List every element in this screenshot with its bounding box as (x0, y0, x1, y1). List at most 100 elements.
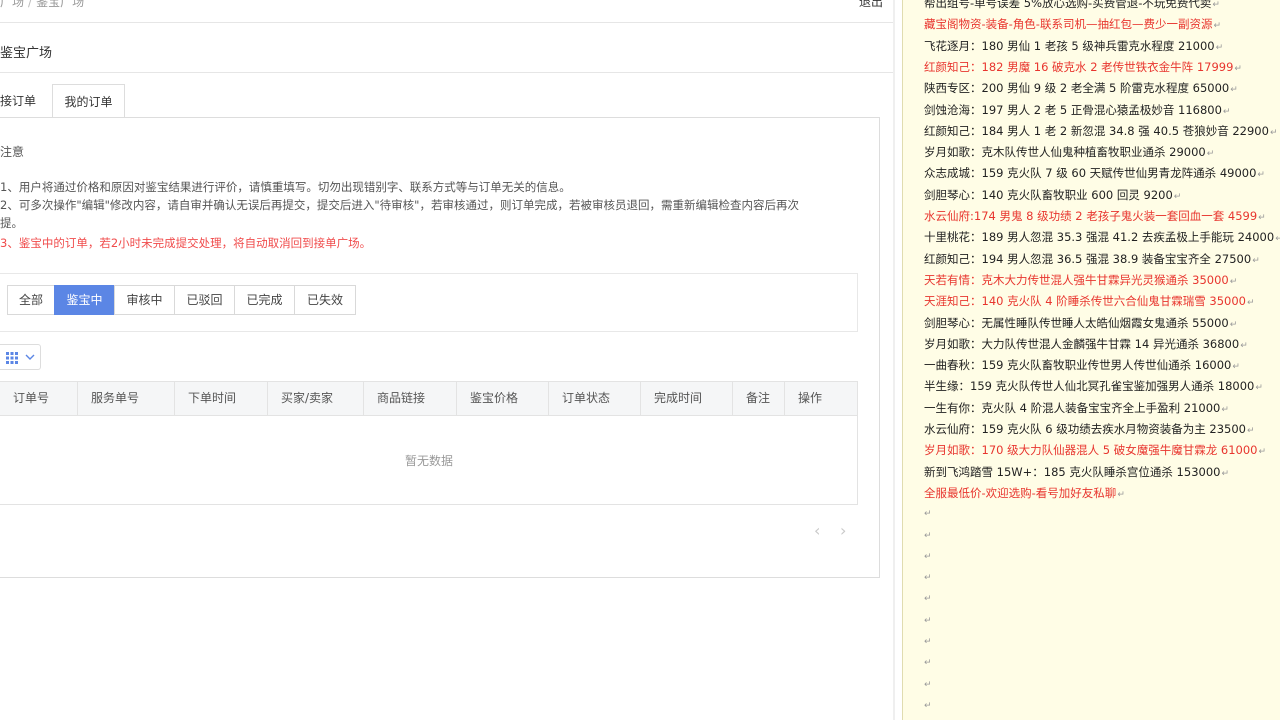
notepad-line-text: 新到飞鸿踏雪 15W+：185 克火队睡杀宫位通杀 153000 (924, 464, 1221, 479)
breadcrumb: 广场 / 鉴宝广场 (0, 0, 84, 10)
paragraph-mark-icon: ↵ (1117, 489, 1125, 500)
notepad-line: 半生缘：159 克火队传世人仙北冥孔雀宝鉴加强男人通杀 18000↵ (924, 379, 1263, 395)
paragraph-mark-icon: ↵ (1252, 255, 1260, 266)
paragraph-mark-icon: ↵ (1246, 298, 1255, 309)
filter-appraising-button[interactable]: 鉴宝中 (54, 285, 115, 315)
column-header-price[interactable]: 鉴宝价格 (457, 382, 549, 415)
notepad-line-text: 帮出组号-单号误差 5%放心选购-买费管退-不玩免费代卖 (924, 0, 1212, 10)
notice-line-2: 2、可多次操作"编辑"修改内容，请自审并确认无误后再提交，提交后进入"待审核"，… (0, 198, 799, 212)
paragraph-mark-icon: ↵ (924, 679, 932, 690)
notepad-line: 岁月如歌：大力队传世混人金麟强牛甘霖 14 异光通杀 36800↵ (924, 337, 1248, 353)
pager-next-button[interactable]: › (840, 521, 846, 540)
notepad-line-text: 剑蚀沧海：197 男人 2 老 5 正骨混心猿孟极妙音 116800 (924, 102, 1222, 117)
notepad-line: 十里桃花：189 男人忽混 35.3 强混 41.2 去疾孟极上手能玩 2400… (924, 230, 1280, 246)
paragraph-mark-icon: ↵ (1258, 213, 1266, 223)
paragraph-mark-icon: ↵ (924, 700, 932, 711)
notepad-line-text: 飞花逐月：180 男仙 1 老孩 5 级神兵雷克水程度 21000 (924, 38, 1215, 53)
paragraph-mark-icon: ↵ (1221, 404, 1229, 415)
filter-all-button[interactable]: 全部 (7, 285, 55, 315)
notice-title: 注意 (0, 145, 25, 159)
notepad-line: 飞花逐月：180 男仙 1 老孩 5 级神兵雷克水程度 21000↵ (924, 39, 1223, 55)
column-header-product-link[interactable]: 商品链接 (364, 382, 457, 415)
paragraph-mark-icon: ↵ (1213, 21, 1221, 32)
notepad-line: 新到飞鸿踏雪 15W+：185 克火队睡杀宫位通杀 153000↵ (924, 465, 1229, 481)
logout-button[interactable]: 退出 (859, 0, 883, 10)
notepad-line: 剑胆琴心：无属性睡队传世睡人太皓仙烟霞女鬼通杀 55000↵ (924, 316, 1237, 332)
notepad-line: 陕西专区：200 男仙 9 级 2 老全满 5 阶雷克水程度 65000↵ (924, 81, 1238, 97)
notice-line-2-cont: 提。 (0, 216, 23, 230)
notepad-line-text: 岁月如歌：170 级大力队仙器混人 5 破女魔强牛魔甘霖龙 61000 (924, 443, 1258, 458)
divider (0, 72, 893, 73)
paragraph-mark-icon: ↵ (1229, 319, 1238, 330)
column-header-status[interactable]: 订单状态 (549, 382, 641, 415)
page-title: 鉴宝广场 (0, 46, 53, 61)
paragraph-mark-icon: ↵ (1221, 468, 1230, 479)
paragraph-mark-icon: ↵ (924, 637, 932, 647)
notepad-line-text: 众志成城：159 克火队 7 级 60 天赋传世仙男青龙阵通杀 49000 (924, 166, 1257, 181)
notepad-line: 帮出组号-单号误差 5%放心选购-买费管退-不玩免费代卖↵ (924, 0, 1220, 12)
column-toggle-button[interactable] (0, 344, 41, 370)
notepad-line: 一生有你：克火队 4 阶混人装备宝宝齐全上手盈利 21000↵ (924, 401, 1229, 417)
notepad-line-text: 十里桃花：189 男人忽混 35.3 强混 41.2 去疾孟极上手能玩 2400… (924, 230, 1275, 245)
notepad-line: 一曲春秋：159 克火队畜牧职业传世男人传世仙通杀 16000↵ (924, 358, 1240, 374)
notepad-line-text: 一生有你：克火队 4 阶混人装备宝宝齐全上手盈利 21000 (924, 400, 1221, 415)
notice-line-3: 3、鉴宝中的订单，若2小时未完成提交处理，将自动取消回到接单广场。 (0, 236, 372, 250)
notepad-line-text: 剑胆琴心：140 克火队畜牧职业 600 回灵 9200 (924, 187, 1173, 202)
filter-reviewing-button[interactable]: 审核中 (114, 285, 175, 315)
notepad-line-text: 岁月如歌：大力队传世混人金麟强牛甘霖 14 异光通杀 36800 (924, 336, 1240, 351)
paragraph-mark-icon: ↵ (924, 573, 932, 584)
paragraph-mark-icon: ↵ (1229, 276, 1238, 287)
notepad-line: 红颜知己：194 男人忽混 36.5 强混 38.9 装备宝宝齐全 27500↵ (924, 252, 1260, 268)
breadcrumb-separator: / (28, 0, 33, 9)
column-header-order-no[interactable]: 订单号 (0, 382, 78, 415)
column-header-remark[interactable]: 备注 (733, 382, 785, 415)
paragraph-mark-icon: ↵ (1206, 149, 1215, 160)
notepad-line-text: 天涯知己：140 克火队 4 阶睡杀传世六合仙鬼甘霖瑞雪 35000 (924, 294, 1246, 309)
notepad-line-text: 水云仙府:174 男鬼 8 级功绩 2 老孩子鬼火装一套回血一套 4599 (924, 209, 1258, 223)
pager-prev-button[interactable]: ‹ (814, 521, 820, 540)
notepad-line-text: 全服最低价-欢迎选购-看号加好友私聊 (924, 485, 1117, 500)
paragraph-mark-icon: ↵ (1232, 362, 1240, 373)
paragraph-mark-icon: ↵ (1240, 340, 1248, 351)
top-bar: 广场 / 鉴宝广场 退出 (0, 0, 895, 23)
notepad-line: 藏宝阁物资-装备-角色-联系司机—抽红包—费少一副资源↵ (924, 17, 1221, 33)
column-header-buyer-seller[interactable]: 买家/卖家 (268, 382, 364, 415)
grid-icon (6, 352, 18, 364)
tab-my-orders[interactable]: 我的订单 (52, 84, 125, 118)
notepad-line-text: 一曲春秋：159 克火队畜牧职业传世男人传世仙通杀 16000 (924, 358, 1232, 373)
notepad-line-text: 半生缘：159 克火队传世人仙北冥孔雀宝鉴加强男人通杀 18000 (924, 379, 1255, 394)
notepad-line: 岁月如歌：克木队传世人仙鬼种植畜牧职业通杀 29000↵ (924, 145, 1214, 161)
notepad-line-text: 剑胆琴心：无属性睡队传世睡人太皓仙烟霞女鬼通杀 55000 (924, 315, 1229, 330)
paragraph-mark-icon: ↵ (1258, 447, 1267, 458)
notepad-line-text: 天若有情：克木大力传世混人强牛甘霖异光灵猴通杀 35000 (924, 272, 1229, 287)
notepad-line: 剑蚀沧海：197 男人 2 老 5 正骨混心猿孟极妙音 116800↵ (924, 103, 1230, 119)
paragraph-mark-icon: ↵ (1212, 0, 1220, 10)
filter-completed-button[interactable]: 已完成 (234, 285, 295, 315)
paragraph-mark-icon: ↵ (1234, 63, 1242, 74)
filter-expired-button[interactable]: 已失效 (294, 285, 356, 315)
paragraph-mark-icon: ↵ (924, 509, 932, 520)
column-header-finish-time[interactable]: 完成时间 (641, 382, 733, 415)
notepad-line-text: 红颜知己：182 男魔 16 破克水 2 老传世铁衣金牛阵 17999 (924, 59, 1234, 74)
window-edge (893, 0, 895, 720)
column-header-service-no[interactable]: 服务单号 (78, 382, 175, 415)
notepad-line: 剑胆琴心：140 克火队畜牧职业 600 回灵 9200↵ (924, 188, 1181, 204)
chevron-down-icon (25, 354, 35, 360)
paragraph-mark-icon: ↵ (1275, 234, 1280, 244)
empty-state-text: 暂无数据 (404, 454, 453, 468)
notepad-line-text: 红颜知己：184 男人 1 老 2 新忽混 34.8 强 40.5 苍狼妙音 2… (924, 123, 1269, 138)
paragraph-mark-icon: ↵ (924, 658, 932, 669)
paragraph-mark-icon: ↵ (924, 594, 932, 605)
notepad-line: 天若有情：克木大力传世混人强牛甘霖异光灵猴通杀 35000↵ (924, 273, 1237, 289)
paragraph-mark-icon: ↵ (924, 615, 932, 626)
paragraph-mark-icon: ↵ (1257, 170, 1265, 181)
paragraph-mark-icon: ↵ (1222, 106, 1231, 117)
notepad-line: 众志成城：159 克火队 7 级 60 天赋传世仙男青龙阵通杀 49000↵ (924, 166, 1265, 182)
column-header-order-time[interactable]: 下单时间 (175, 382, 268, 415)
filter-rejected-button[interactable]: 已驳回 (174, 285, 235, 315)
paragraph-mark-icon: ↵ (1215, 42, 1224, 53)
paragraph-mark-icon: ↵ (1230, 85, 1238, 96)
tab-accept-orders[interactable]: 接订单 (0, 84, 52, 118)
column-header-actions[interactable]: 操作 (785, 382, 857, 415)
breadcrumb-item-square[interactable]: 广场 (0, 0, 24, 9)
